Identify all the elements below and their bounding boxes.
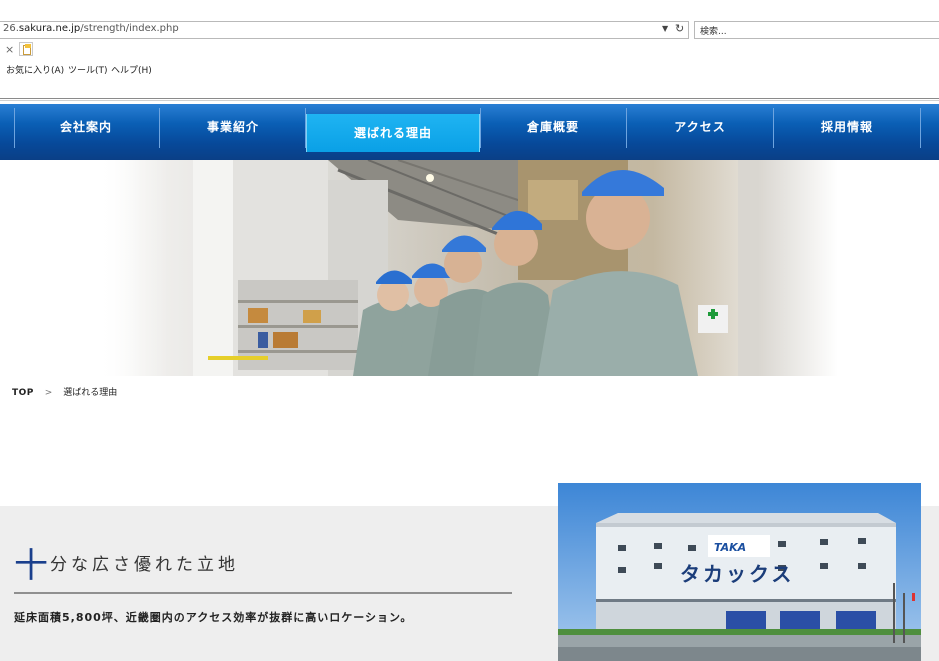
search-input[interactable]: 検索...	[694, 21, 939, 39]
menu-tools[interactable]: ツール(T)	[68, 63, 108, 76]
new-tab-page-icon[interactable]	[19, 42, 33, 56]
heading-underline	[14, 592, 512, 594]
chrome-divider-light	[0, 100, 939, 101]
nav-item-business[interactable]: 事業紹介	[160, 104, 306, 150]
close-tab-icon[interactable]: ×	[5, 43, 14, 56]
search-placeholder: 検索...	[700, 27, 727, 37]
nav-item-warehouse[interactable]: 倉庫概要	[480, 104, 626, 150]
breadcrumb-separator: >	[44, 388, 53, 398]
nav-item-reasons[interactable]: 選ばれる理由	[306, 114, 480, 152]
heading-initial: 十	[14, 546, 48, 586]
address-url: 26.sakura.ne.jp/strength/index.php	[3, 23, 179, 34]
breadcrumb-top-link[interactable]: TOP	[12, 388, 34, 398]
building-sign-text: タカックス	[680, 562, 794, 586]
site-navigation: 会社案内 事業紹介 選ばれる理由 倉庫概要 アクセス 採用情報	[0, 104, 939, 160]
menu-favorites[interactable]: お気に入り(A)	[6, 63, 64, 76]
hero-fade-right	[758, 160, 838, 376]
nav-item-access[interactable]: アクセス	[627, 104, 773, 150]
refresh-icon[interactable]: ↻	[675, 22, 684, 35]
chrome-divider	[0, 98, 939, 99]
nav-item-recruit[interactable]: 採用情報	[774, 104, 920, 150]
address-field[interactable]: 26.sakura.ne.jp/strength/index.php ▼ ↻	[0, 21, 689, 39]
building-logo-text: TAKA	[714, 541, 746, 554]
nav-item-company[interactable]: 会社案内	[13, 104, 159, 150]
menu-help[interactable]: ヘルプ(H)	[111, 63, 152, 76]
address-dropdown-icon[interactable]: ▼	[662, 24, 668, 33]
browser-address-bar-row: 26.sakura.ne.jp/strength/index.php ▼ ↻ 検…	[0, 0, 939, 40]
menu-bar: お気に入り(A) ツール(T) ヘルプ(H)	[0, 60, 939, 78]
nav-divider	[920, 108, 921, 148]
breadcrumb-current: 選ばれる理由	[63, 388, 118, 398]
section-heading: 十分な広さ優れた立地	[14, 538, 239, 587]
tab-strip: ×	[0, 40, 939, 60]
hero-fade-left	[98, 160, 168, 376]
warehouse-workers-illustration	[193, 160, 838, 376]
hero-image-workers	[98, 160, 838, 376]
breadcrumb: TOP > 選ばれる理由	[12, 385, 117, 398]
section-subtitle: 延床面積5,800坪、近畿圏内のアクセス効率が抜群に高いロケーション。	[14, 611, 413, 624]
warehouse-building-illustration: TAKA タカックス	[558, 483, 921, 661]
warehouse-building-photo: TAKA タカックス	[558, 483, 921, 661]
heading-text: 分な広さ優れた立地	[50, 555, 239, 575]
